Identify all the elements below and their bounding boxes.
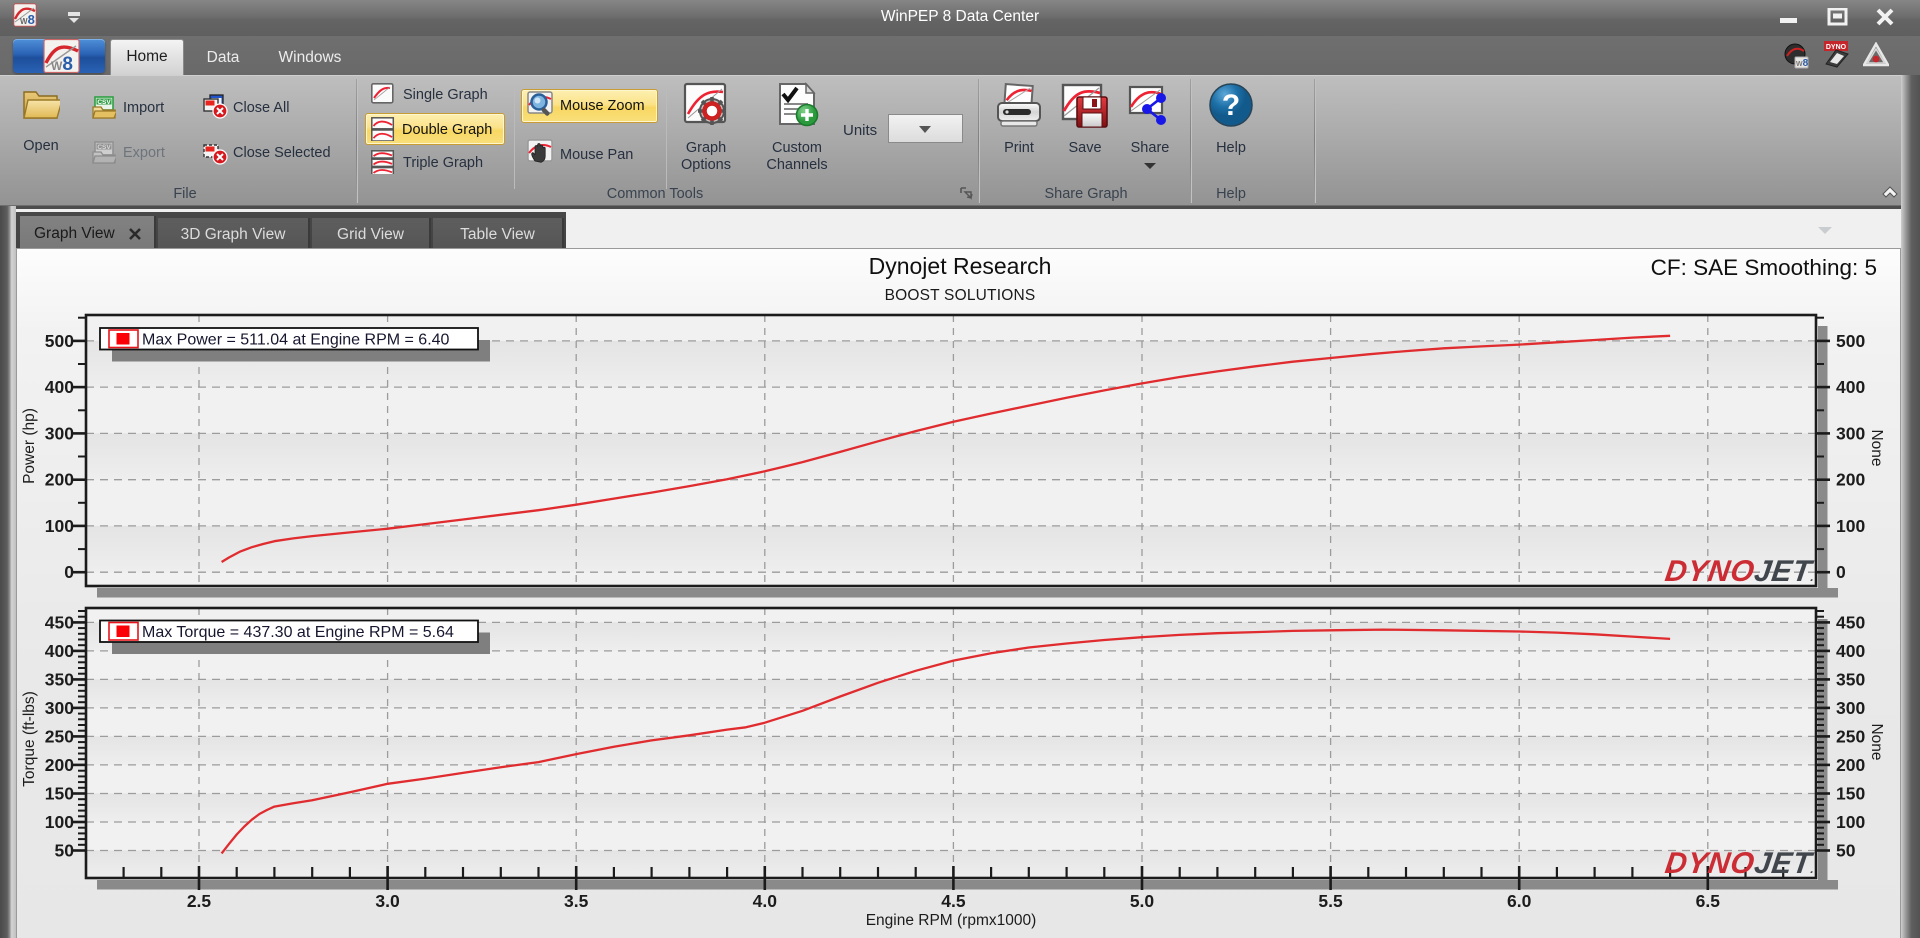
svg-text:400: 400 xyxy=(1836,641,1865,661)
svg-text:3.0: 3.0 xyxy=(375,891,400,911)
svg-text:None: None xyxy=(1868,429,1885,466)
svg-text:100: 100 xyxy=(1836,516,1865,536)
svg-text:300: 300 xyxy=(1836,423,1865,443)
svg-text:4.0: 4.0 xyxy=(753,891,778,911)
svg-text:400: 400 xyxy=(45,641,74,661)
svg-text:500: 500 xyxy=(1836,331,1865,351)
svg-text:350: 350 xyxy=(45,669,74,689)
svg-text:100: 100 xyxy=(45,516,74,536)
svg-text:Max Torque = 437.30 at Engine: Max Torque = 437.30 at Engine RPM = 5.64 xyxy=(142,624,454,641)
svg-text:200: 200 xyxy=(45,470,74,490)
svg-text:0: 0 xyxy=(1836,562,1846,582)
svg-text:200: 200 xyxy=(1836,755,1865,775)
svg-text:Max Power = 511.04 at Engine R: Max Power = 511.04 at Engine RPM = 6.40 xyxy=(142,332,450,349)
svg-text:6.0: 6.0 xyxy=(1507,891,1532,911)
svg-text:Torque (ft-lbs): Torque (ft-lbs) xyxy=(21,691,38,787)
svg-text:450: 450 xyxy=(1836,612,1865,632)
svg-text:200: 200 xyxy=(1836,470,1865,490)
svg-text:150: 150 xyxy=(45,784,74,804)
svg-text:Power (hp): Power (hp) xyxy=(21,408,38,484)
svg-text:5.0: 5.0 xyxy=(1130,891,1155,911)
svg-text:200: 200 xyxy=(45,755,74,775)
svg-text:450: 450 xyxy=(45,612,74,632)
svg-text:400: 400 xyxy=(45,377,74,397)
svg-text:Engine RPM (rpmx1000): Engine RPM (rpmx1000) xyxy=(866,912,1037,929)
svg-text:350: 350 xyxy=(1836,669,1865,689)
svg-text:0: 0 xyxy=(64,562,74,582)
svg-text:None: None xyxy=(1868,723,1885,760)
svg-text:500: 500 xyxy=(45,331,74,351)
svg-text:50: 50 xyxy=(55,841,75,861)
svg-text:300: 300 xyxy=(1836,698,1865,718)
svg-text:250: 250 xyxy=(45,726,74,746)
svg-text:3.5: 3.5 xyxy=(564,891,589,911)
svg-text:300: 300 xyxy=(45,698,74,718)
svg-text:4.5: 4.5 xyxy=(941,891,966,911)
svg-text:6.5: 6.5 xyxy=(1696,891,1721,911)
svg-text:150: 150 xyxy=(1836,784,1865,804)
svg-text:250: 250 xyxy=(1836,726,1865,746)
svg-text:400: 400 xyxy=(1836,377,1865,397)
svg-text:5.5: 5.5 xyxy=(1318,891,1343,911)
svg-text:300: 300 xyxy=(45,423,74,443)
svg-text:100: 100 xyxy=(45,812,74,832)
svg-text:2.5: 2.5 xyxy=(187,891,212,911)
svg-text:100: 100 xyxy=(1836,812,1865,832)
svg-text:50: 50 xyxy=(1836,841,1856,861)
